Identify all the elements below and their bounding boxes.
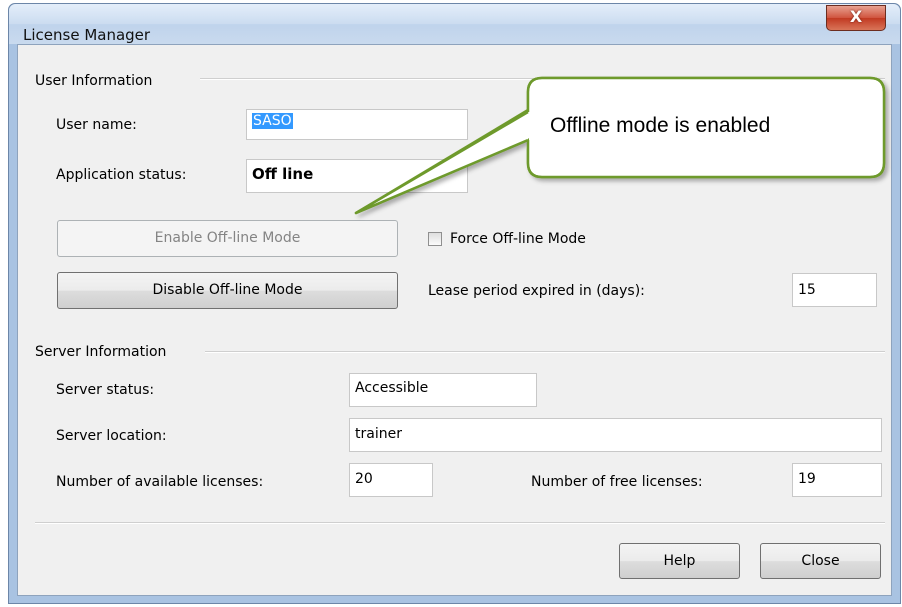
server-status-label: Server status:: [56, 382, 155, 398]
available-licenses-label: Number of available licenses:: [56, 474, 264, 490]
enable-offline-mode-button[interactable]: Enable Off-line Mode: [57, 220, 398, 257]
user-name-field[interactable]: SASO: [246, 109, 468, 140]
server-location-value: trainer: [355, 426, 402, 442]
lease-period-field[interactable]: 15: [792, 273, 877, 307]
available-licenses-field: 20: [349, 463, 433, 497]
user-name-label: User name:: [56, 117, 137, 133]
user-info-divider: [200, 78, 885, 80]
callout-text: Offline mode is enabled: [550, 114, 771, 137]
title-bar[interactable]: License Manager X: [9, 4, 900, 44]
app-status-label: Application status:: [56, 167, 187, 183]
force-offline-checkbox[interactable]: [428, 232, 442, 246]
server-status-value: Accessible: [355, 380, 429, 396]
user-info-group-title: User Information: [35, 73, 161, 89]
free-licenses-field: 19: [792, 463, 882, 497]
lease-period-value: 15: [798, 282, 816, 298]
close-icon: X: [849, 7, 863, 26]
window-title: License Manager: [23, 26, 151, 44]
server-location-label: Server location:: [56, 428, 167, 444]
server-location-field: trainer: [349, 418, 882, 452]
available-licenses-value: 20: [355, 471, 373, 487]
force-offline-label: Force Off-line Mode: [450, 231, 586, 247]
server-info-group-title: Server Information: [35, 344, 175, 360]
disable-offline-mode-button[interactable]: Disable Off-line Mode: [57, 272, 398, 309]
bottom-divider: [35, 522, 885, 524]
free-licenses-label: Number of free licenses:: [531, 474, 703, 490]
close-button[interactable]: Close: [760, 543, 881, 579]
user-name-value: SASO: [252, 113, 293, 129]
lease-period-label: Lease period expired in (days):: [428, 283, 645, 299]
server-status-field: Accessible: [349, 373, 537, 407]
free-licenses-value: 19: [798, 471, 816, 487]
server-info-divider: [205, 351, 885, 353]
help-button[interactable]: Help: [619, 543, 740, 579]
window-close-button[interactable]: X: [826, 5, 886, 31]
app-status-value: Off line: [252, 165, 314, 183]
app-status-field: Off line: [246, 159, 468, 193]
